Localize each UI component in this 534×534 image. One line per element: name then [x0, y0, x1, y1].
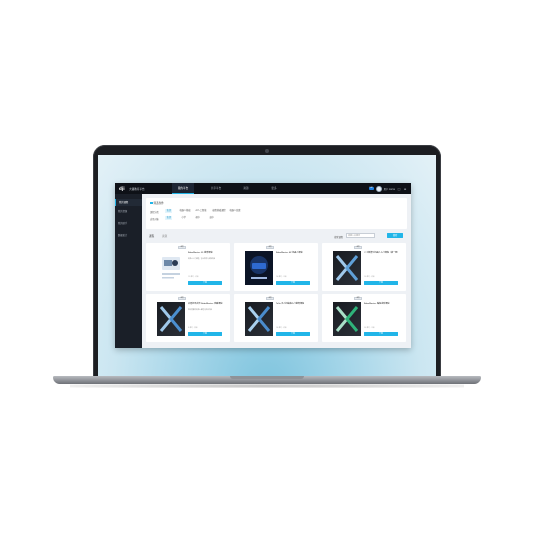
search-label: 搜索课程	[334, 235, 343, 239]
course-cover	[333, 302, 361, 336]
sidebar: 我的课程 我的资源 我的助手 数据统计	[115, 194, 142, 348]
filter-label: 课程分类	[150, 211, 159, 214]
card-tag: 课程	[266, 246, 274, 249]
filter-option[interactable]: 小学	[180, 216, 187, 220]
download-button[interactable]: 下载	[188, 332, 222, 336]
top-bar: dji 大疆教育平台 我的平台 共享平台 资源 更多 VIP 用户 name □…	[115, 183, 411, 194]
search-button[interactable]: 搜索	[387, 233, 403, 238]
nav-tab-shared-platform[interactable]: 共享平台	[205, 183, 227, 194]
card-meta: 20 课时 · 中级	[364, 328, 375, 329]
filter-option[interactable]: 初中	[194, 216, 201, 220]
app-window: dji 大疆教育平台 我的平台 共享平台 资源 更多 VIP 用户 name □…	[115, 183, 411, 348]
laptop-lid: dji 大疆教育平台 我的平台 共享平台 资源 更多 VIP 用户 name □…	[93, 145, 441, 378]
sidebar-item-my-courses[interactable]: 我的课程	[115, 199, 142, 206]
user-area: VIP 用户 name □ ≡	[368, 185, 407, 192]
filter-row-category: 课程分类 全部 机器人基础 AI人工智能 编程基础课程 机器人竞赛	[150, 209, 400, 214]
avatar[interactable]	[375, 185, 382, 192]
course-card[interactable]: 课程 RoboMaster 编程进阶课程 20 课时 · 中级 下载	[322, 294, 406, 342]
card-tag: 课程	[178, 246, 186, 249]
course-card[interactable]: 课程 人工智能与机器人入门课程（第一册） 10 课时 · 初级 下载	[322, 243, 406, 291]
filter-option[interactable]: 机器人基础	[178, 209, 192, 213]
course-cover	[159, 251, 183, 285]
sidebar-item-my-assistant[interactable]: 我的助手	[115, 220, 142, 227]
card-desc: 机器人入门课程，包含实例与讲解内容	[188, 259, 216, 260]
card-title: 人工智能与机器人入门课程（第一册）	[364, 252, 400, 254]
card-desc: 面向竞赛的机器人课程与实训内容	[188, 310, 212, 311]
nav-tab-more[interactable]: 更多	[265, 183, 283, 194]
nav-tab-my-platform[interactable]: 我的平台	[172, 183, 194, 194]
card-title: 大疆机甲大师 RoboMaster 竞赛课程	[188, 303, 223, 305]
sidebar-item-my-resources[interactable]: 我的资源	[115, 208, 142, 215]
course-card[interactable]: 课程 RoboMaster S1 教育课程 机器人入门课程，包含实例与讲解内容 …	[146, 243, 230, 291]
filter-option[interactable]: 机器人竞赛	[228, 209, 242, 213]
search-input[interactable]: 请输入关键词	[346, 233, 375, 238]
filter-option[interactable]: 全部	[165, 209, 173, 213]
download-button[interactable]: 下载	[276, 281, 310, 285]
laptop-screen: dji 大疆教育平台 我的平台 共享平台 资源 更多 VIP 用户 name □…	[98, 155, 436, 376]
card-meta: 10 课时 · 初级	[364, 277, 375, 278]
course-cover	[157, 302, 185, 336]
course-cover	[245, 251, 273, 285]
course-card[interactable]: 课程 RoboMaster EP 机器人课程 16 课时 · 中级 下载	[234, 243, 318, 291]
laptop-shadow	[70, 384, 464, 388]
camera-icon	[265, 149, 269, 153]
card-title: RoboMaster EP 机器人课程	[276, 252, 303, 254]
download-button[interactable]: 下载	[364, 281, 398, 285]
sidebar-item-statistics[interactable]: 数据统计	[115, 232, 142, 239]
tab-courses[interactable]: 课程	[149, 234, 154, 238]
vip-badge[interactable]: VIP	[368, 187, 374, 190]
logo-text: 大疆教育平台	[129, 187, 145, 191]
nav-tab-resources[interactable]: 资源	[237, 183, 255, 194]
filter-title: 筛选条件	[150, 201, 164, 205]
card-tag: 课程	[354, 246, 362, 249]
filter-option[interactable]: 高中	[208, 216, 215, 220]
filter-option[interactable]: AI人工智能	[194, 209, 208, 213]
tab-resources[interactable]: 资源	[162, 234, 167, 238]
card-meta: 8 课时 · 高级	[188, 328, 198, 329]
card-meta: 12 课时 · 初级	[188, 277, 199, 278]
filter-row-audience: 适用对象 全部 小学 初中 高中	[150, 216, 400, 221]
download-button[interactable]: 下载	[188, 281, 222, 285]
filter-option[interactable]: 编程基础课程	[211, 209, 227, 213]
card-title: RoboMaster 编程进阶课程	[364, 303, 390, 305]
course-cover	[245, 302, 273, 336]
download-button[interactable]: 下载	[276, 332, 310, 336]
card-tag: 课程	[178, 297, 186, 300]
dji-logo-icon: dji	[119, 186, 125, 191]
card-tag: 课程	[354, 297, 362, 300]
list-bar: 课程 资源 搜索课程 请输入关键词 搜索	[146, 233, 407, 240]
card-meta: 14 课时 · 初级	[276, 328, 287, 329]
card-meta: 16 课时 · 中级	[276, 277, 287, 278]
card-title: RoboMaster S1 教育课程	[188, 252, 213, 254]
logo[interactable]: dji 大疆教育平台	[119, 186, 145, 191]
download-button[interactable]: 下载	[364, 332, 398, 336]
card-title: Tello 无人机编程入门教育课程	[276, 303, 305, 305]
course-card[interactable]: 课程 大疆机甲大师 RoboMaster 竞赛课程 面向竞赛的机器人课程与实训内…	[146, 294, 230, 342]
user-name[interactable]: 用户 name	[384, 187, 395, 191]
filter-option[interactable]: 全部	[165, 216, 173, 220]
bell-icon[interactable]: □	[397, 187, 401, 191]
course-card[interactable]: 课程 Tello 无人机编程入门教育课程 14 课时 · 初级 下载	[234, 294, 318, 342]
filter-label: 适用对象	[150, 218, 159, 221]
course-cover	[333, 251, 361, 285]
checkbox-icon[interactable]	[150, 201, 153, 205]
menu-icon[interactable]: ≡	[403, 187, 407, 191]
laptop-notch	[230, 376, 304, 379]
filter-panel: 筛选条件 课程分类 全部 机器人基础 AI人工智能 编程基础课程 机器人竞赛 适…	[146, 198, 407, 229]
card-tag: 课程	[266, 297, 274, 300]
